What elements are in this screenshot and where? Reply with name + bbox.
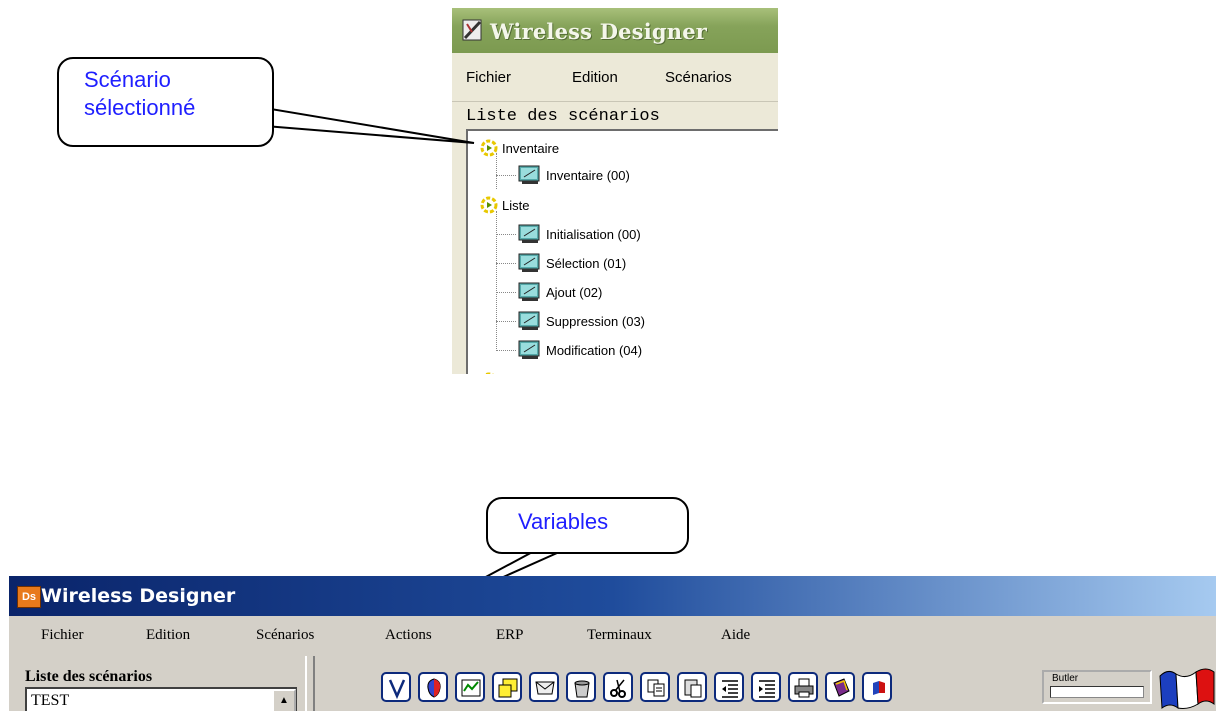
butler-label: Butler [1052, 673, 1079, 684]
menu-edition[interactable]: Edition [146, 627, 190, 644]
variables-icon [388, 679, 406, 699]
window-title: Wireless Designer [41, 585, 236, 607]
panel-splitter[interactable] [305, 656, 315, 711]
chart-button[interactable] [455, 672, 485, 702]
menu-erp[interactable]: ERP [496, 627, 524, 644]
flag-pin-icon [873, 681, 885, 695]
shield-button[interactable] [418, 672, 448, 702]
callout-variables-text: Variables [518, 509, 609, 534]
butler-input[interactable] [1050, 686, 1144, 698]
frames-button[interactable] [492, 672, 522, 702]
menu-aide[interactable]: Aide [721, 627, 750, 644]
book-icon [833, 678, 850, 697]
indent-right-button[interactable] [751, 672, 781, 702]
scroll-up-button[interactable]: ▲ [272, 689, 296, 711]
paste-icon [684, 679, 702, 698]
print-icon [794, 678, 814, 698]
callout-variables: Variables [486, 497, 689, 554]
indent-left-icon [722, 680, 738, 698]
bucket-button[interactable] [566, 672, 596, 702]
copy-icon [647, 679, 665, 697]
menu-scenarios[interactable]: Scénarios [256, 627, 314, 644]
scissors-icon [610, 679, 626, 698]
ds-logo-icon: Ds [17, 586, 41, 608]
envelope-button[interactable] [529, 672, 559, 702]
menu-actions[interactable]: Actions [385, 627, 432, 644]
bottom-titlebar: Ds Wireless Designer [9, 576, 1216, 616]
variables-button[interactable] [381, 672, 411, 702]
cut-button[interactable] [603, 672, 633, 702]
print-button[interactable] [788, 672, 818, 702]
bucket-icon [574, 680, 590, 698]
scenario-list-label: Liste des scénarios [25, 668, 153, 685]
bottom-window-screenshot: Ds Wireless Designer Fichier Edition Scé… [9, 576, 1216, 711]
envelope-icon [535, 681, 555, 695]
callout-line-1: Scénario [84, 67, 171, 92]
frames-icon [498, 678, 518, 698]
list-item-test[interactable]: TEST [31, 692, 69, 710]
butler-field[interactable]: Butler [1042, 670, 1152, 704]
paste-button[interactable] [677, 672, 707, 702]
indent-right-icon [759, 680, 775, 698]
copy-button[interactable] [640, 672, 670, 702]
menu-fichier[interactable]: Fichier [41, 627, 84, 644]
book-button[interactable] [825, 672, 855, 702]
flag-pin-button[interactable] [862, 672, 892, 702]
callout-selected-scenario: Scénario sélectionné [57, 57, 274, 147]
shield-icon [427, 678, 441, 698]
french-flag-icon[interactable] [1156, 664, 1216, 711]
bottom-menubar: Fichier Edition Scénarios Actions ERP Te… [9, 616, 1216, 656]
menu-terminaux[interactable]: Terminaux [587, 627, 652, 644]
scenario-list[interactable]: TEST ▲ [25, 687, 297, 711]
chart-icon [461, 679, 481, 697]
callout-line-2: sélectionné [84, 95, 196, 120]
indent-left-button[interactable] [714, 672, 744, 702]
